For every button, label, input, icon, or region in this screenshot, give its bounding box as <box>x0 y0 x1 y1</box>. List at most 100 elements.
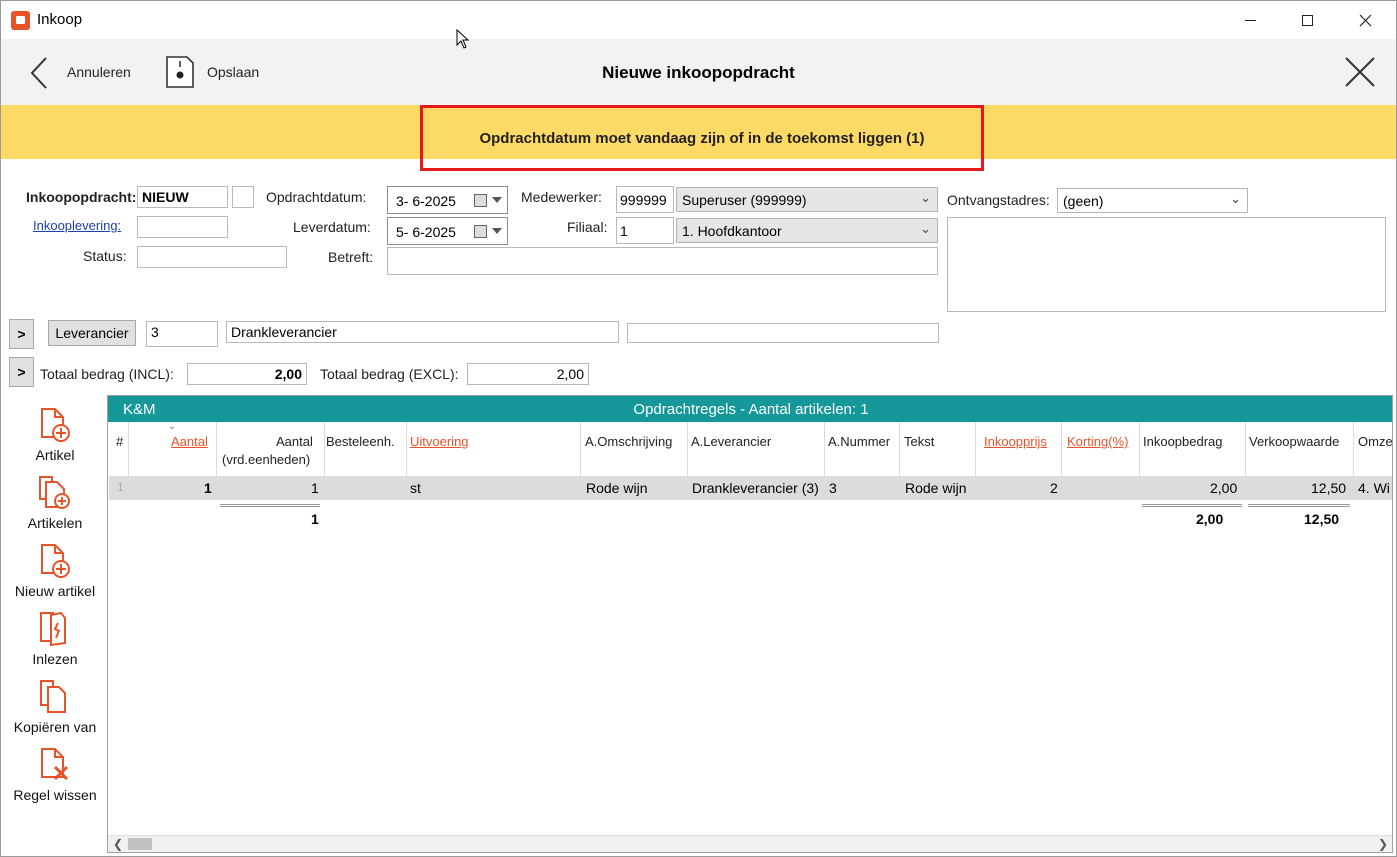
cell-inkoopbedrag[interactable]: 2,00 <box>1210 480 1237 496</box>
scrollbar-thumb[interactable] <box>128 838 152 850</box>
grid-title: Opdrachtregels - Aantal artikelen: 1 <box>633 401 869 418</box>
leverancier-code-field[interactable]: 3 <box>146 321 218 347</box>
leverdatum-label: Leverdatum: <box>293 219 371 235</box>
column-header-tekst[interactable]: Tekst <box>904 434 934 449</box>
cell-inkoopprijs[interactable]: 2 <box>1050 480 1058 496</box>
column-header-a-omschrijving[interactable]: A.Omschrijving <box>585 434 672 449</box>
filiaal-label: Filiaal: <box>567 219 608 235</box>
filiaal-select-value: 1. Hoofdkantoor <box>682 223 782 239</box>
sort-indicator-icon: ⌄ <box>168 421 177 432</box>
sidebar-item-label: Artikel <box>35 447 75 463</box>
cell-a-leverancier[interactable]: Drankleverancier (3) <box>692 480 819 496</box>
column-header-verkoopwaarde[interactable]: Verkoopwaarde <box>1249 434 1339 449</box>
column-header-korting[interactable]: Korting(%) <box>1067 434 1128 449</box>
order-lines-grid[interactable]: K&M Opdrachtregels - Aantal artikelen: 1… <box>107 395 1393 853</box>
opdrachtdatum-picker[interactable]: 3- 6-2025 <box>387 186 508 214</box>
window-close-button[interactable] <box>1342 1 1388 39</box>
inkoopopdracht-extra-field[interactable] <box>232 186 254 208</box>
close-icon <box>1359 14 1371 26</box>
column-header-a-nummer[interactable]: A.Nummer <box>828 434 890 449</box>
column-header-aantal-vrd[interactable]: Aantal <box>276 434 313 449</box>
maximize-icon <box>1301 14 1313 26</box>
minimize-icon <box>1244 19 1256 21</box>
total-aantal-vrd: 1 <box>311 511 319 527</box>
copy-icon <box>40 680 66 713</box>
totaal-excl-label: Totaal bedrag (EXCL): <box>320 366 459 382</box>
cell-verkoopwaarde[interactable]: 12,50 <box>1311 480 1346 496</box>
new-document-icon <box>41 544 70 578</box>
leverdatum-picker[interactable]: 5- 6-2025 <box>387 217 508 245</box>
medewerker-select-value: Superuser (999999) <box>682 192 807 208</box>
expand-leverancier-button[interactable]: > <box>9 319 34 349</box>
totaal-incl-field: 2,00 <box>187 363 307 385</box>
ontvangstadres-select-value: (geen) <box>1063 193 1104 209</box>
close-form-icon[interactable] <box>1344 56 1376 88</box>
column-header-a-leverancier[interactable]: A.Leverancier <box>691 434 771 449</box>
sidebar-item-label: Regel wissen <box>13 787 97 803</box>
chevron-down-icon <box>492 228 502 234</box>
medewerker-code-field[interactable]: 999999 <box>616 186 674 213</box>
sidebar-item-artikel[interactable]: Artikel <box>1 407 109 463</box>
sidebar-item-label: Inlezen <box>32 651 78 667</box>
leverancier-extra-field[interactable] <box>627 323 939 343</box>
sidebar-item-kopieren-van[interactable]: Kopiëren van <box>1 679 109 735</box>
column-header-aantal[interactable]: Aantal <box>171 434 208 449</box>
toolbar: Annuleren Opslaan Nieuwe inkoopopdracht <box>1 39 1396 105</box>
cell-tekst[interactable]: Rode wijn <box>905 480 966 496</box>
page-title: Nieuwe inkoopopdracht <box>602 63 795 82</box>
column-header-inkoopprijs[interactable]: Inkoopprijs <box>984 434 1047 449</box>
chevron-down-icon <box>492 197 502 203</box>
leverancier-name-field[interactable]: Drankleverancier <box>226 321 619 343</box>
delete-row-icon <box>41 748 69 781</box>
validation-message-text: Opdrachtdatum moet vandaag zijn of in de… <box>479 129 925 147</box>
chevron-down-icon: ⌄ <box>920 190 931 205</box>
sidebar-item-inlezen[interactable]: Inlezen <box>1 611 109 667</box>
betreft-label: Betreft: <box>328 249 374 265</box>
sidebar-item-artikelen[interactable]: Artikelen <box>1 475 109 531</box>
leverancier-button[interactable]: Leverancier <box>48 320 136 346</box>
column-header-aantal-vrd-sub: (vrd.eenheden) <box>222 452 311 467</box>
scroll-left-icon[interactable]: ❮ <box>113 837 123 851</box>
inkoopopdracht-field: NIEUW <box>137 186 228 208</box>
cell-index: 1 <box>117 480 124 494</box>
medewerker-select[interactable]: Superuser (999999) ⌄ <box>676 187 938 212</box>
column-header-besteleenh[interactable]: Besteleenh. <box>326 434 395 449</box>
app-window: Inkoop Annuleren Opslaan Nieuwe inkoopop… <box>0 0 1397 857</box>
minimize-button[interactable] <box>1227 1 1273 39</box>
sidebar-item-nieuw-artikel[interactable]: Nieuw artikel <box>1 543 109 599</box>
status-label: Status: <box>83 248 127 264</box>
sidebar-item-regel-wissen[interactable]: Regel wissen <box>1 747 109 803</box>
calendar-icon <box>474 194 487 207</box>
betreft-field[interactable] <box>387 247 938 275</box>
ontvangstadres-label: Ontvangstadres: <box>947 192 1050 208</box>
inkoopopdracht-label: Inkoopopdracht: <box>26 189 137 205</box>
add-documents-icon <box>39 476 70 509</box>
medewerker-label: Medewerker: <box>521 189 602 205</box>
sidebar-item-label: Nieuw artikel <box>14 583 96 599</box>
filiaal-code-field[interactable]: 1 <box>616 217 674 244</box>
ontvangstadres-textarea[interactable] <box>947 217 1386 312</box>
horizontal-scrollbar[interactable]: ❮ ❯ <box>108 835 1392 852</box>
filiaal-select[interactable]: 1. Hoofdkantoor ⌄ <box>676 218 938 243</box>
status-field[interactable] <box>137 246 287 268</box>
column-header-index[interactable]: # <box>116 434 123 449</box>
column-header-inkoopbedrag[interactable]: Inkoopbedrag <box>1143 434 1223 449</box>
inkooplevering-link[interactable]: Inkooplevering: <box>33 218 121 233</box>
calendar-icon <box>474 225 487 238</box>
column-header-omzet[interactable]: Omze <box>1358 434 1392 449</box>
cell-uitvoering[interactable]: st <box>410 480 421 496</box>
column-header-uitvoering[interactable]: Uitvoering <box>410 434 469 449</box>
import-icon <box>40 611 66 647</box>
expand-totals-button[interactable]: > <box>9 357 34 387</box>
validation-message[interactable]: Opdrachtdatum moet vandaag zijn of in de… <box>420 105 984 171</box>
ontvangstadres-select[interactable]: (geen) ⌄ <box>1057 188 1248 213</box>
maximize-button[interactable] <box>1284 1 1330 39</box>
cell-aantal[interactable]: 1 <box>204 480 212 496</box>
inkooplevering-field[interactable] <box>137 216 228 238</box>
title-bar: Inkoop <box>1 1 1396 39</box>
cell-a-nummer[interactable]: 3 <box>829 480 837 496</box>
cell-omzet[interactable]: 4. Wi <box>1358 480 1390 496</box>
cell-a-omschrijving[interactable]: Rode wijn <box>586 480 647 496</box>
scroll-right-icon[interactable]: ❯ <box>1378 837 1388 851</box>
cell-aantal-vrd[interactable]: 1 <box>311 480 319 496</box>
